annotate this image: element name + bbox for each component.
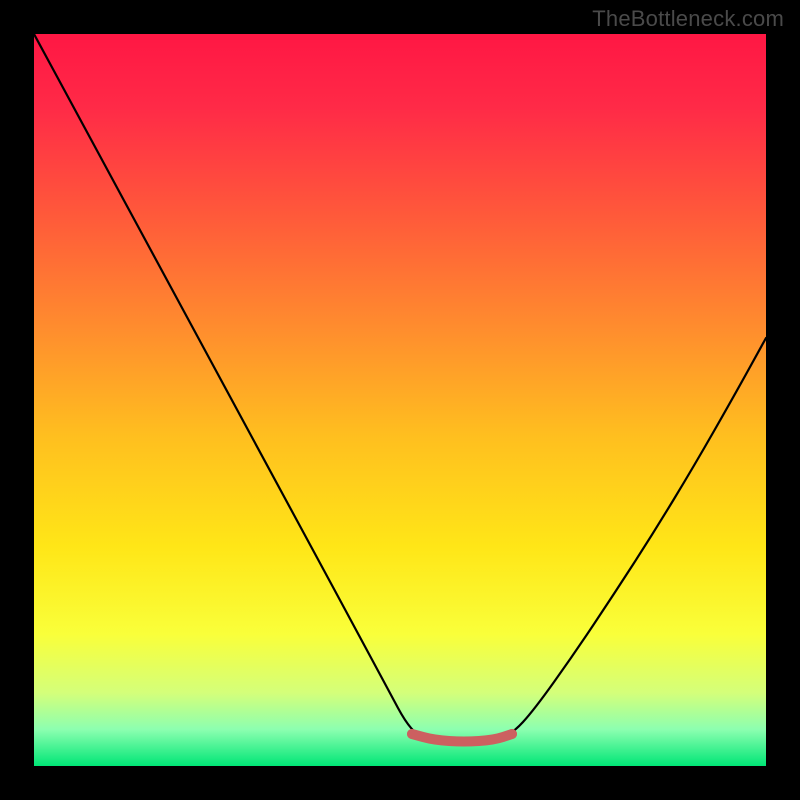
optimal-zone-curve xyxy=(412,734,512,742)
curve-layer xyxy=(34,34,766,766)
optimal-zone-dot-right xyxy=(507,729,517,739)
attribution-label: TheBottleneck.com xyxy=(592,6,784,32)
chart-frame xyxy=(34,34,766,766)
bottleneck-curve xyxy=(34,34,766,742)
optimal-zone-dot-left xyxy=(407,729,417,739)
